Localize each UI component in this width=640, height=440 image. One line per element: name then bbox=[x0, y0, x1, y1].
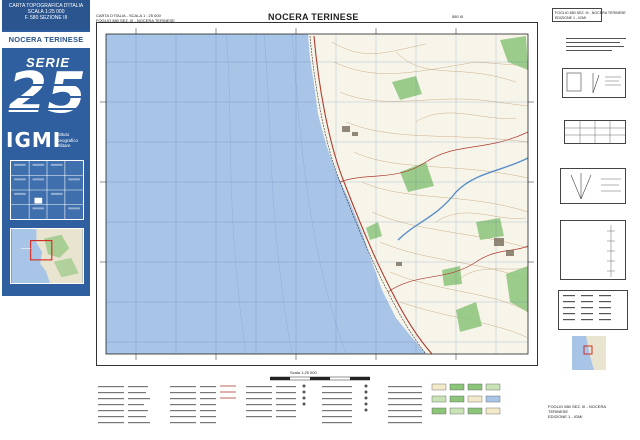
declination-diagram bbox=[562, 68, 626, 98]
topographic-map[interactable] bbox=[96, 22, 538, 366]
graticule-diagram bbox=[560, 220, 626, 280]
serie-number-stripe bbox=[8, 108, 84, 110]
cover-title-box: NOCERA TERINESE bbox=[2, 32, 90, 48]
edition-text: EDIZIONE 1 - IGMI bbox=[555, 16, 586, 20]
magnetic-svg bbox=[570, 173, 621, 200]
text-line bbox=[566, 42, 620, 43]
cover-header-line: F. 580 SEZIONE III bbox=[24, 15, 68, 21]
institute-name: Istituto Geografico Militare bbox=[56, 132, 90, 149]
cover-panel: CARTA TOPOGRAFICA D'ITALIA SCALA 1:25 00… bbox=[2, 0, 90, 296]
map-title: NOCERA TERINESE bbox=[268, 12, 359, 22]
map-header-right: 580 III bbox=[452, 14, 464, 19]
magnetic-diagram bbox=[560, 168, 626, 204]
marginal-info: FOGLIO 580 SEZ. III - NOCERA TERINESE ED… bbox=[550, 8, 634, 370]
serie-number-stripe bbox=[8, 96, 84, 98]
serie-number-stripe bbox=[8, 84, 84, 86]
location-inset-map bbox=[10, 228, 84, 284]
grid-reference-table bbox=[564, 120, 626, 144]
sheet-code-line: FOGLIO 580 SEZ. III - NOCERA TERINESE bbox=[548, 404, 606, 414]
locator-map bbox=[572, 336, 606, 370]
cover-header: CARTA TOPOGRAFICA D'ITALIA SCALA 1:25 00… bbox=[2, 0, 90, 30]
legend-symbols bbox=[98, 383, 501, 424]
adjacent-sheets-svg bbox=[563, 295, 611, 321]
institute-line: Militare bbox=[56, 143, 71, 148]
text-line bbox=[566, 50, 612, 51]
sheet-code-line: EDIZIONE 1 - IGMI bbox=[548, 414, 583, 419]
graticule-svg bbox=[607, 225, 615, 277]
sheet-index-grid bbox=[10, 160, 84, 220]
serie-number: 25 bbox=[8, 61, 86, 126]
adjacent-sheets-table bbox=[558, 290, 628, 330]
sheet-header-box: FOGLIO 580 SEZ. III - NOCERA TERINESE ED… bbox=[552, 8, 626, 22]
cover-sheet-name: NOCERA TERINESE bbox=[8, 35, 84, 44]
sheet-code-block: FOGLIO 580 SEZ. III - NOCERA TERINESE ED… bbox=[548, 404, 618, 419]
grid-reference-svg bbox=[565, 121, 625, 143]
text-line bbox=[566, 38, 626, 39]
declination-svg bbox=[566, 72, 621, 94]
text-line bbox=[566, 46, 624, 47]
sheet-header-text: FOGLIO 580 SEZ. III - NOCERA TERINESE bbox=[555, 11, 626, 15]
igmi-logo: IGMI bbox=[6, 128, 62, 152]
map-legend bbox=[96, 372, 538, 434]
